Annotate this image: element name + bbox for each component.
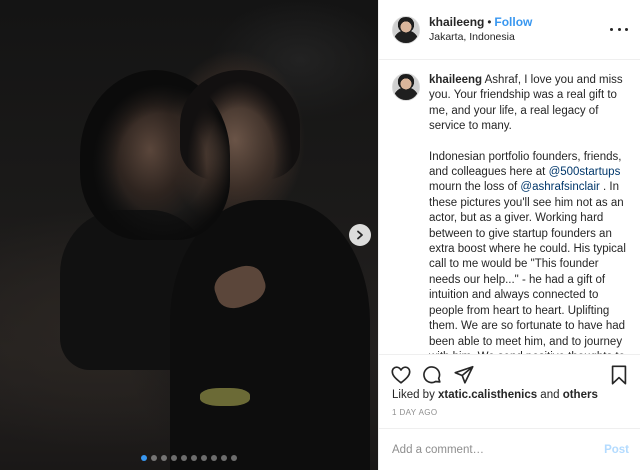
chevron-right-icon (357, 230, 363, 240)
carousel-dots (0, 455, 378, 461)
mention-link[interactable]: @ashrafsinclair (520, 181, 599, 193)
carousel-dot (141, 455, 147, 461)
carousel-dot (211, 455, 217, 461)
carousel-dot (151, 455, 157, 461)
person-right-hair (180, 70, 300, 180)
caption-paragraph-1: khaileeng Ashraf, I love you and miss yo… (429, 73, 629, 135)
caption-text: khaileeng Ashraf, I love you and miss yo… (429, 73, 629, 354)
likes-summary: Liked by xtatic.calisthenics and others (392, 389, 598, 401)
like-button[interactable] (389, 363, 413, 387)
caption-username[interactable]: khaileeng (429, 74, 482, 86)
heart-icon (391, 366, 411, 384)
post-photo[interactable] (0, 0, 378, 470)
post-timestamp[interactable]: 1 DAY AGO (392, 408, 438, 417)
bookmark-icon (611, 365, 627, 385)
carousel-dot (221, 455, 227, 461)
post-sidebar: khaileeng • Follow Jakarta, Indonesia khai… (378, 0, 640, 470)
mention-link[interactable]: @500startups (549, 166, 621, 178)
post-comment-button[interactable]: Post (604, 444, 629, 456)
caption-paragraph-2: Indonesian portfolio founders, friends, … (429, 150, 629, 354)
header-username[interactable]: khaileeng (429, 15, 484, 29)
carousel-dot (201, 455, 207, 461)
carousel-dot (161, 455, 167, 461)
share-button[interactable] (452, 363, 476, 387)
comment-input[interactable] (392, 443, 605, 456)
carousel-dot (231, 455, 237, 461)
caption-avatar[interactable] (392, 73, 420, 101)
action-bar (379, 354, 640, 394)
post-header: khaileeng • Follow Jakarta, Indonesia (379, 0, 640, 60)
liked-by-user-link[interactable]: xtatic.calisthenics (438, 389, 537, 401)
likes-middle: and (537, 389, 563, 401)
location-link[interactable]: Jakarta, Indonesia (429, 30, 532, 44)
more-options-button[interactable] (610, 22, 628, 36)
comment-icon (423, 366, 441, 384)
comment-button[interactable] (420, 363, 444, 387)
dot (617, 27, 621, 31)
caption-area[interactable]: khaileeng Ashraf, I love you and miss yo… (379, 60, 640, 354)
header-text: khaileeng • Follow Jakarta, Indonesia (429, 15, 532, 44)
header-separator: • (487, 17, 492, 29)
sneaker (200, 388, 250, 406)
dot (625, 27, 628, 31)
caption-text-2b: mourn the loss of (429, 181, 521, 194)
carousel-dot (191, 455, 197, 461)
liked-by-others-link[interactable]: others (563, 389, 598, 401)
paper-plane-icon (454, 365, 474, 384)
carousel-dot (181, 455, 187, 461)
likes-prefix: Liked by (392, 389, 439, 401)
dot (610, 27, 613, 31)
save-button[interactable] (607, 363, 631, 387)
carousel-dot (171, 455, 177, 461)
follow-button[interactable]: Follow (494, 15, 532, 29)
carousel-next-button[interactable] (349, 224, 371, 246)
avatar[interactable] (392, 15, 420, 44)
person-right-body (170, 200, 370, 470)
caption-text-2c: . In these pictures you'll see him not a… (429, 181, 626, 354)
comment-form: Post (379, 428, 640, 470)
